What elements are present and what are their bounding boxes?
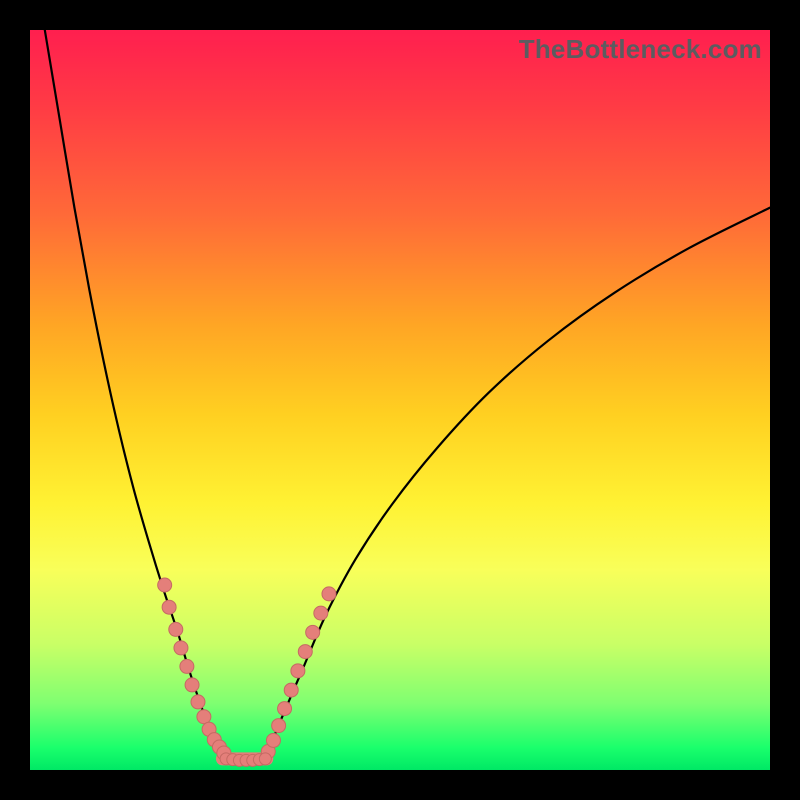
marker-dot bbox=[259, 753, 271, 765]
marker-dot bbox=[322, 587, 336, 601]
chart-stage: TheBottleneck.com bbox=[0, 0, 800, 800]
marker-dot bbox=[180, 659, 194, 673]
marker-cluster-right bbox=[261, 587, 336, 759]
marker-cluster-valley bbox=[220, 753, 271, 766]
curve-right bbox=[267, 208, 770, 756]
marker-dot bbox=[314, 606, 328, 620]
marker-dot bbox=[266, 733, 280, 747]
marker-dot bbox=[278, 702, 292, 716]
marker-dot bbox=[185, 678, 199, 692]
marker-dot bbox=[291, 664, 305, 678]
marker-cluster-left bbox=[158, 578, 231, 760]
marker-dot bbox=[169, 622, 183, 636]
plot-area: TheBottleneck.com bbox=[30, 30, 770, 770]
marker-dot bbox=[306, 625, 320, 639]
marker-dot bbox=[197, 710, 211, 724]
marker-dot bbox=[174, 641, 188, 655]
curve-left bbox=[45, 30, 223, 755]
marker-dot bbox=[284, 683, 298, 697]
marker-dot bbox=[298, 645, 312, 659]
marker-dot bbox=[158, 578, 172, 592]
marker-dot bbox=[191, 695, 205, 709]
curve-layer bbox=[30, 30, 770, 770]
marker-dot bbox=[162, 600, 176, 614]
marker-dot bbox=[272, 719, 286, 733]
